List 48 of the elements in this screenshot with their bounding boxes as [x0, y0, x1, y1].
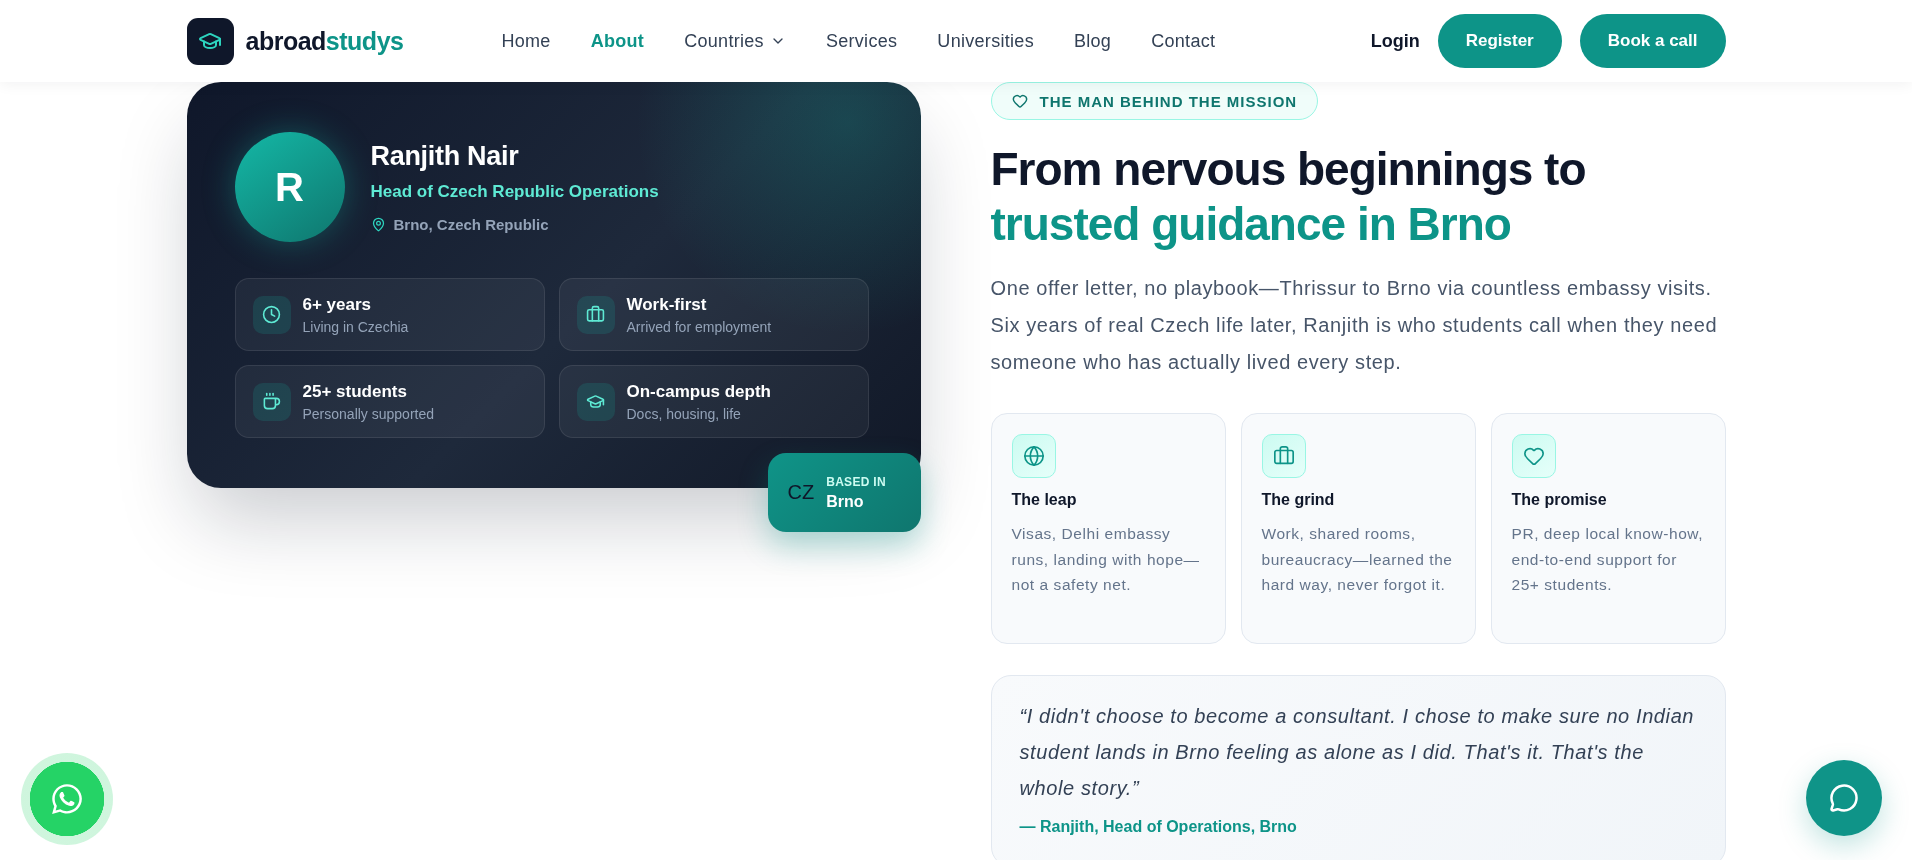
- badge-city: Brno: [826, 492, 865, 511]
- feature-text: Visas, Delhi embassy runs, landing with hope—not a safety net.: [1011, 524, 1201, 596]
- feature-text: PR, deep local know-how, end-to-end support for 25+ students.: [1511, 524, 1705, 596]
- clock-icon: [252, 295, 291, 334]
- nav-link[interactable]: Services: [825, 30, 898, 52]
- feature-text: Work, shared rooms, bureaucracy—learned the hard way, never forgot it.: [1261, 524, 1454, 596]
- feature-title: The leap: [1011, 491, 1078, 509]
- map-pin-icon: [370, 217, 386, 232]
- intro-paragraph: One offer letter, no playbook—Thrissur to Brno via countless embassy visits. Six years of real Czech life later, Ranjith is who students call when they need someone who has actually lived every step.: [990, 276, 1719, 375]
- phone-bubble-icon: [50, 782, 84, 816]
- profile-location: Brno, Czech Republic: [393, 216, 549, 233]
- nav-link[interactable]: Home: [501, 30, 551, 52]
- logo-text[interactable]: abroadstudys: [245, 26, 404, 56]
- graduation-cap-icon: [576, 382, 615, 421]
- avatar: R: [234, 132, 345, 242]
- briefcase-icon: [1261, 434, 1306, 478]
- nav-link[interactable]: Universities: [937, 30, 1034, 52]
- login-link[interactable]: Login: [1370, 30, 1420, 52]
- heart-icon: [1011, 93, 1028, 109]
- globe-icon: [1011, 434, 1056, 478]
- stat-value: On-campus depth: [626, 381, 771, 402]
- stat-caption: Arrived for employment: [626, 318, 772, 335]
- nav-link[interactable]: Countries: [684, 30, 786, 52]
- quote-text: “I didn't choose to become a consultant. I chose to make sure no Indian student lands in Brno feeling as alone as I did. That's it. That's the whole story.”: [1019, 704, 1696, 801]
- cup-icon: [252, 382, 291, 421]
- stat-caption: Living in Czechia: [302, 318, 409, 335]
- stat-caption: Personally supported: [302, 405, 435, 422]
- graduation-cap-icon[interactable]: [186, 17, 234, 65]
- section-heading: From nervous beginnings to trusted guidance in Brno: [990, 142, 1586, 252]
- profile-role: Head of Czech Republic Operations: [370, 182, 659, 202]
- feature-title: The promise: [1511, 491, 1608, 509]
- stat-value: Work-first: [626, 294, 708, 315]
- badge-label: BASED IN: [826, 474, 886, 489]
- profile-name: Ranjith Nair: [370, 141, 520, 172]
- quote-attribution: — Ranjith, Head of Operations, Brno: [1019, 818, 1298, 836]
- register-button[interactable]: Register: [1437, 14, 1562, 68]
- stat-caption: Docs, housing, life: [626, 405, 742, 422]
- country-code: CZ: [787, 481, 815, 504]
- stat-value: 25+ students: [302, 381, 408, 402]
- stat-value: 6+ years: [302, 294, 373, 315]
- nav-link[interactable]: Blog: [1073, 30, 1112, 52]
- nav-link[interactable]: About: [590, 30, 645, 52]
- briefcase-icon: [576, 295, 615, 334]
- chat-bubble-icon: [1829, 783, 1859, 813]
- nav-link[interactable]: Contact: [1151, 30, 1216, 52]
- book-call-button[interactable]: Book a call: [1579, 14, 1726, 68]
- eyebrow-text: THE MAN BEHIND THE MISSION: [1039, 92, 1298, 110]
- feature-title: The grind: [1261, 491, 1336, 509]
